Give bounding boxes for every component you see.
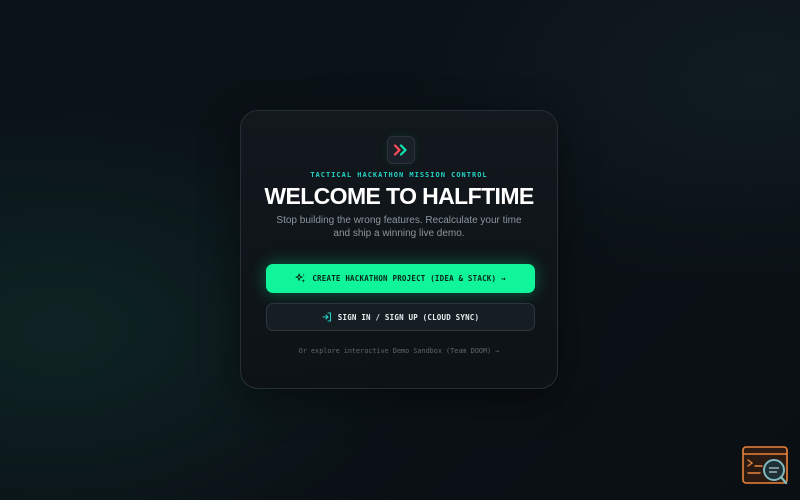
sign-in-label: SIGN IN / SIGN UP (CLOUD SYNC)	[337, 312, 480, 322]
sparkles-icon	[295, 273, 306, 283]
fast-forward-chevrons-icon	[393, 144, 407, 156]
demo-sandbox-link[interactable]: Or explore interactive Demo Sandbox (Tea…	[241, 347, 557, 355]
welcome-card: TACTICAL HACKATHON MISSION CONTROL WELCO…	[240, 110, 558, 389]
terminal-search-icon	[742, 446, 788, 485]
create-project-button[interactable]: CREATE HACKATHON PROJECT (IDEA & STACK) …	[266, 264, 535, 293]
terminal-search-widget[interactable]	[742, 446, 788, 485]
page-subtitle: Stop building the wrong features. Recalc…	[276, 215, 522, 239]
sign-in-button[interactable]: SIGN IN / SIGN UP (CLOUD SYNC)	[266, 303, 535, 331]
eyebrow-label: TACTICAL HACKATHON MISSION CONTROL	[310, 171, 488, 179]
login-arrow-icon	[322, 312, 331, 322]
page-title: WELCOME TO HALFTIME	[264, 183, 534, 209]
create-project-label: CREATE HACKATHON PROJECT (IDEA & STACK) …	[312, 274, 506, 283]
app-logo	[387, 136, 415, 164]
